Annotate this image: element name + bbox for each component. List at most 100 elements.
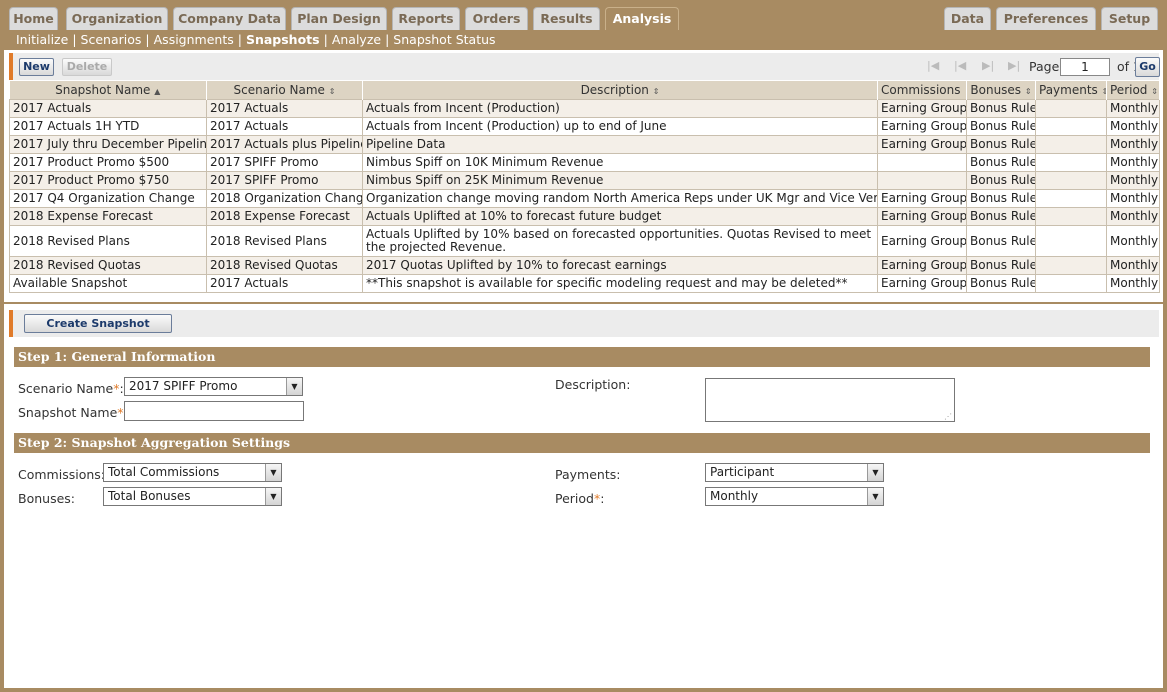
- cell-scenario-name: 2018 Revised Quotas: [206, 255, 363, 275]
- subnav-snapshot-status[interactable]: Snapshot Status: [393, 32, 495, 47]
- cell-payments: [1035, 134, 1107, 154]
- cell-description: Actuals Uplifted at 10% to forecast futu…: [362, 206, 878, 226]
- tab-plan-design[interactable]: Plan Design: [291, 7, 387, 30]
- sort-icon: ⇕: [1151, 86, 1158, 96]
- resize-handle-icon[interactable]: ⋰: [944, 412, 952, 421]
- sub-nav: Initialize | Scenarios | Assignments | Snapsho…: [0, 30, 1167, 50]
- subnav-analyze[interactable]: Analyze: [332, 32, 381, 47]
- cell-description: Nimbus Spiff on 25K Minimum Revenue: [362, 170, 878, 190]
- create-toolbar: Create Snapshot: [9, 310, 1159, 337]
- cell-payments: [1035, 224, 1107, 257]
- commissions-label: Commissions:: [18, 467, 105, 482]
- tab-company-data[interactable]: Company Data: [173, 7, 286, 30]
- column-header-period[interactable]: Period ⇕: [1106, 81, 1160, 99]
- table-row[interactable]: 2018 Revised Quotas 2018 Revised Quotas 20…: [9, 255, 1160, 275]
- tab-data[interactable]: Data: [944, 7, 991, 30]
- cell-description: Organization change moving random North …: [362, 188, 878, 208]
- table-row[interactable]: Available Snapshot 2017 Actuals **This sna…: [9, 273, 1160, 293]
- table-row[interactable]: 2017 Actuals 2017 Actuals Actuals from Inc…: [9, 98, 1160, 118]
- cell-scenario-name: 2017 Actuals: [206, 116, 363, 136]
- subnav-scenarios[interactable]: Scenarios: [81, 32, 142, 47]
- tab-reports[interactable]: Reports: [392, 7, 460, 30]
- cell-period: Monthly: [1106, 273, 1160, 293]
- subnav-assignments[interactable]: Assignments: [154, 32, 234, 47]
- cell-bonuses: Bonus Rule: [966, 152, 1036, 172]
- commissions-select[interactable]: Total Commissions ▼: [103, 463, 282, 482]
- column-header-snapshot-name[interactable]: Snapshot Name ▲: [9, 81, 207, 99]
- sort-icon: ⇕: [652, 86, 660, 96]
- table-row[interactable]: 2017 Actuals 1H YTD 2017 Actuals Actuals f…: [9, 116, 1160, 136]
- payments-select[interactable]: Participant ▼: [705, 463, 884, 482]
- grid-toolbar: New Delete |◀ |◀ ▶| ▶| Page 1 of 1 Go: [9, 53, 1160, 80]
- tab-setup[interactable]: Setup: [1101, 7, 1158, 30]
- cell-period: Monthly: [1106, 116, 1160, 136]
- tab-preferences[interactable]: Preferences: [996, 7, 1096, 30]
- sort-asc-icon: ▲: [154, 86, 161, 96]
- cell-bonuses: Bonus Rule: [966, 98, 1036, 118]
- cell-commissions: Earning Group: [877, 98, 967, 118]
- chevron-down-icon: ▼: [867, 464, 883, 481]
- cell-payments: [1035, 98, 1107, 118]
- tab-orders[interactable]: Orders: [465, 7, 528, 30]
- snapshot-name-input[interactable]: [124, 401, 304, 421]
- last-page-icon[interactable]: ▶|: [1008, 59, 1020, 72]
- sort-icon: ⇕: [328, 86, 336, 96]
- table-row[interactable]: 2018 Revised Plans 2018 Revised Plans Actu…: [9, 224, 1160, 257]
- cell-description: Actuals Uplifted by 10% based on forecas…: [362, 224, 878, 257]
- tab-results[interactable]: Results: [533, 7, 600, 30]
- bonuses-label: Bonuses:: [18, 491, 75, 506]
- cell-commissions: Earning Group: [877, 206, 967, 226]
- subnav-initialize[interactable]: Initialize: [16, 32, 68, 47]
- bonuses-select[interactable]: Total Bonuses ▼: [103, 487, 282, 506]
- column-header-bonuses[interactable]: Bonuses ⇕: [966, 81, 1036, 99]
- cell-bonuses: Bonus Rule: [966, 134, 1036, 154]
- cell-snapshot-name: 2017 Actuals: [9, 98, 207, 118]
- table-row[interactable]: 2018 Expense Forecast 2018 Expense Foreca…: [9, 206, 1160, 226]
- cell-description: 2017 Quotas Uplifted by 10% to forecast …: [362, 255, 878, 275]
- table-row[interactable]: 2017 Q4 Organization Change 2018 Organiza…: [9, 188, 1160, 208]
- cell-description: **This snapshot is available for specifi…: [362, 273, 878, 293]
- step1-header: Step 1: General Information: [14, 347, 1150, 367]
- cell-commissions: Earning Group: [877, 273, 967, 293]
- cell-period: Monthly: [1106, 98, 1160, 118]
- cell-period: Monthly: [1106, 255, 1160, 275]
- cell-commissions: Earning Group: [877, 255, 967, 275]
- new-button[interactable]: New: [19, 58, 54, 76]
- page-number-input[interactable]: 1: [1060, 58, 1110, 76]
- create-snapshot-button[interactable]: Create Snapshot: [24, 314, 172, 333]
- column-header-commissions[interactable]: Commissions ⇕: [877, 81, 967, 99]
- cell-snapshot-name: 2017 Product Promo $750: [9, 170, 207, 190]
- next-page-icon[interactable]: ▶|: [982, 59, 994, 72]
- table-row[interactable]: 2017 Product Promo $500 2017 SPIFF Promo N…: [9, 152, 1160, 172]
- cell-snapshot-name: 2018 Revised Quotas: [9, 255, 207, 275]
- column-header-payments[interactable]: Payments ⇕: [1035, 81, 1107, 99]
- cell-description: Pipeline Data: [362, 134, 878, 154]
- prev-page-icon[interactable]: |◀: [954, 59, 966, 72]
- scenario-name-select[interactable]: 2017 SPIFF Promo ▼: [124, 377, 303, 396]
- delete-button[interactable]: Delete: [62, 58, 112, 76]
- cell-commissions: Earning Group: [877, 224, 967, 257]
- period-select[interactable]: Monthly ▼: [705, 487, 884, 506]
- first-page-icon[interactable]: |◀: [927, 59, 939, 72]
- description-textarea[interactable]: ⋰: [705, 378, 955, 422]
- tab-analysis[interactable]: Analysis: [605, 7, 679, 30]
- cell-commissions: [877, 170, 967, 190]
- tab-organization[interactable]: Organization: [66, 7, 168, 30]
- cell-payments: [1035, 188, 1107, 208]
- go-button[interactable]: Go: [1135, 57, 1160, 77]
- table-row[interactable]: 2017 Product Promo $750 2017 SPIFF Promo N…: [9, 170, 1160, 190]
- column-header-description[interactable]: Description ⇕: [362, 81, 878, 99]
- cell-period: Monthly: [1106, 152, 1160, 172]
- cell-scenario-name: 2018 Organization Change: [206, 188, 363, 208]
- cell-payments: [1035, 255, 1107, 275]
- tab-home[interactable]: Home: [9, 7, 58, 30]
- cell-scenario-name: 2018 Expense Forecast: [206, 206, 363, 226]
- column-header-scenario-name[interactable]: Scenario Name ⇕: [206, 81, 363, 99]
- table-row[interactable]: 2017 July thru December Pipeline 2017 Act…: [9, 134, 1160, 154]
- subnav-snapshots[interactable]: Snapshots: [246, 32, 320, 47]
- step2-header: Step 2: Snapshot Aggregation Settings: [14, 433, 1150, 453]
- cell-snapshot-name: 2018 Expense Forecast: [9, 206, 207, 226]
- sort-icon: ⇕: [1102, 87, 1106, 96]
- cell-payments: [1035, 273, 1107, 293]
- cell-commissions: Earning Group: [877, 116, 967, 136]
